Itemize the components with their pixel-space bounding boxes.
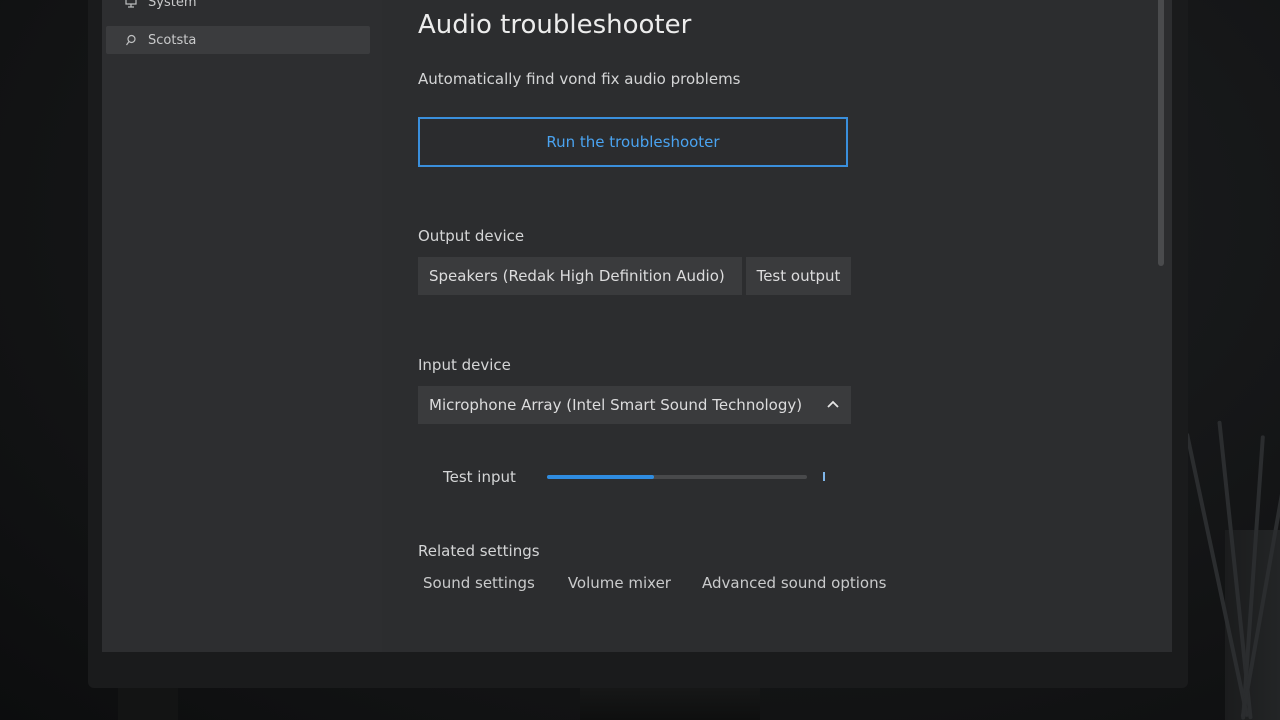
search-icon [124,33,138,47]
related-links: Sound settings Volume mixer Advanced sou… [423,574,886,592]
monitor-foot [118,686,178,720]
chevron-up-icon[interactable] [825,396,841,412]
sidebar: System Scotsta [102,0,382,652]
input-device-dropdown[interactable]: Microphone Array (Intel Smart Sound Tech… [418,386,851,424]
test-output-button[interactable]: Test output [746,257,851,295]
monitor-icon [124,0,138,9]
page-title: Audio troubleshooter [418,10,692,40]
scrollbar[interactable] [1158,0,1164,266]
run-troubleshooter-button[interactable]: Run the troubleshooter [418,117,848,167]
sidebar-item-label: Scotsta [148,32,197,48]
output-device-label: Output device [418,227,525,245]
input-level-fill [547,475,654,479]
main-content: Audio troubleshooter Automatically find … [418,0,1138,652]
output-device-dropdown[interactable]: Speakers (Redak High Definition Audio) [418,257,742,295]
advanced-sound-options-link[interactable]: Advanced sound options [702,574,886,592]
input-device-label: Input device [418,356,511,374]
sound-settings-link[interactable]: Sound settings [423,574,535,592]
desk-scene: System Scotsta Audio troubleshooter Auto… [0,0,1280,720]
settings-window: System Scotsta Audio troubleshooter Auto… [102,0,1172,652]
test-input-label: Test input [443,468,516,486]
output-device-value: Speakers (Redak High Definition Audio) [429,267,725,285]
input-device-value: Microphone Array (Intel Smart Sound Tech… [429,396,803,414]
monitor-stand [580,686,760,720]
page-subtitle: Automatically find vond fix audio proble… [418,70,741,88]
test-output-label: Test output [756,267,841,285]
related-settings-label: Related settings [418,542,540,560]
volume-mixer-link[interactable]: Volume mixer [568,574,671,592]
sidebar-item-selected[interactable]: Scotsta [106,26,370,54]
pens [1184,410,1280,720]
sidebar-item-label: System [148,0,197,10]
input-level-meter [547,475,807,479]
sidebar-item-system[interactable]: System [106,0,370,16]
meter-end-marker [823,472,825,481]
